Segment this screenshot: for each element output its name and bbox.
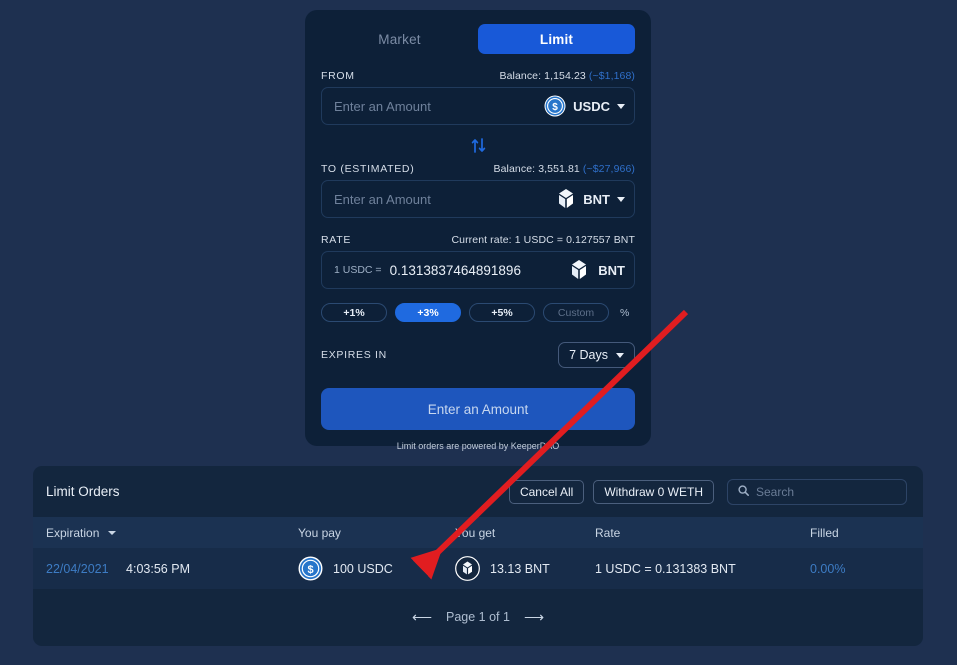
percent-sign-label: % (620, 306, 630, 319)
column-header-filled: Filled (810, 525, 839, 540)
cell-filled: 0.00% (810, 561, 846, 576)
you-pay-value: 100 USDC (333, 561, 393, 576)
to-input-box[interactable]: BNT (321, 180, 635, 218)
expires-selected-value: 7 Days (569, 348, 608, 362)
from-token-selector[interactable]: $ USDC (544, 95, 625, 117)
rate-label-row: RATE Current rate: 1 USDC = 0.127557 BNT (321, 234, 635, 246)
rate-label: RATE (321, 234, 352, 246)
submit-order-button[interactable]: Enter an Amount (321, 388, 635, 430)
tab-market[interactable]: Market (321, 24, 478, 54)
percent-button-5[interactable]: +5% (469, 303, 535, 322)
to-balance: Balance: 3,551.81 (~$27,966) (494, 163, 635, 175)
app-root: Market Limit FROM Balance: 1,154.23 (~$1… (0, 0, 957, 665)
orders-table-header: Expiration You pay You get Rate Filled (33, 517, 923, 548)
percent-button-1[interactable]: +1% (321, 303, 387, 322)
from-balance-usd: (~$1,168) (588, 70, 635, 82)
from-balance-amount: Balance: 1,154.23 (499, 70, 586, 82)
column-header-rate: Rate (595, 525, 621, 540)
page-indicator: Page 1 of 1 (446, 610, 510, 624)
svg-text:$: $ (552, 102, 558, 113)
from-input-box[interactable]: $ USDC (321, 87, 635, 125)
to-label: TO (ESTIMATED) (321, 163, 415, 175)
from-label: FROM (321, 70, 355, 82)
powered-by-text: Limit orders are powered by KeeperDAO (396, 441, 560, 451)
from-label-row: FROM Balance: 1,154.23 (~$1,168) (321, 70, 635, 82)
orders-search[interactable] (727, 478, 911, 505)
to-label-row: TO (ESTIMATED) Balance: 3,551.81 (~$27,9… (321, 163, 635, 175)
svg-text:$: $ (307, 564, 313, 576)
expiration-date: 22/04/2021 (46, 561, 109, 576)
cell-expiration: 22/04/2021 4:03:56 PM (46, 562, 298, 576)
rate-token-symbol: BNT (598, 262, 625, 278)
column-header-you-pay: You pay (298, 525, 341, 540)
cell-rate: 1 USDC = 0.131383 BNT (595, 561, 736, 576)
expires-select[interactable]: 7 Days (558, 342, 635, 368)
to-token-symbol: BNT (583, 191, 610, 207)
chevron-down-icon (617, 103, 625, 109)
percent-button-3[interactable]: +3% (395, 303, 461, 322)
swap-direction-button[interactable] (321, 131, 635, 159)
cell-you-get: 13.13 BNT (455, 556, 595, 581)
rate-token: BNT (569, 259, 625, 281)
from-amount-input[interactable] (334, 98, 545, 114)
chevron-down-icon (616, 352, 624, 358)
table-row[interactable]: 22/04/2021 4:03:56 PM $ 100 USDC 13.13 B… (33, 548, 923, 589)
column-header-expiration-label: Expiration (46, 525, 100, 540)
expires-row: EXPIRES IN 7 Days (321, 342, 635, 368)
order-type-tabs: Market Limit (321, 24, 635, 54)
arrow-left-icon[interactable]: ⟵ (412, 609, 432, 626)
you-get-value: 13.13 BNT (490, 561, 550, 576)
current-rate-text: Current rate: 1 USDC = 0.127557 BNT (451, 234, 635, 246)
rate-input-box[interactable]: 1 USDC = BNT (321, 251, 635, 289)
swap-vertical-icon (471, 137, 485, 153)
arrow-right-icon[interactable]: ⟶ (524, 609, 544, 626)
sort-descending-icon (107, 531, 116, 536)
to-balance-amount: Balance: 3,551.81 (493, 163, 580, 175)
to-amount-input[interactable] (334, 191, 557, 207)
column-header-expiration[interactable]: Expiration (46, 526, 298, 540)
from-token-symbol: USDC (573, 98, 610, 114)
custom-percent-input[interactable]: Custom (543, 303, 609, 322)
cell-you-pay: $ 100 USDC (298, 556, 455, 581)
expiration-time: 4:03:56 PM (126, 561, 190, 576)
expires-label: EXPIRES IN (321, 349, 387, 361)
orders-header: Limit Orders Cancel All Withdraw 0 WETH (33, 466, 923, 517)
usdc-coin-icon: $ (298, 556, 323, 581)
search-input[interactable] (756, 484, 911, 499)
to-token-selector[interactable]: BNT (556, 188, 625, 210)
to-balance-usd: (~$27,966) (582, 163, 635, 175)
chevron-down-icon (617, 196, 625, 202)
limit-orders-panel: Limit Orders Cancel All Withdraw 0 WETH … (33, 466, 923, 646)
column-header-you-get: You get (455, 525, 496, 540)
from-balance: Balance: 1,154.23 (~$1,168) (499, 70, 635, 82)
bancor-bnt-icon (556, 188, 576, 210)
rate-prefix: 1 USDC = (334, 264, 382, 276)
usdc-coin-icon: $ (544, 95, 566, 117)
withdraw-weth-button[interactable]: Withdraw 0 WETH (593, 479, 714, 504)
rate-value-input[interactable] (389, 262, 570, 278)
pagination: ⟵ Page 1 of 1 ⟶ (33, 589, 923, 645)
tab-limit[interactable]: Limit (478, 24, 635, 54)
orders-title: Limit Orders (46, 484, 120, 499)
search-icon (738, 484, 749, 499)
cancel-order-button[interactable] (910, 561, 923, 576)
bancor-bnt-icon (455, 556, 480, 581)
cancel-all-button[interactable]: Cancel All (508, 479, 585, 504)
percent-buttons-row: +1% +3% +5% Custom % (321, 303, 635, 322)
limit-swap-card: Market Limit FROM Balance: 1,154.23 (~$1… (305, 10, 651, 451)
bancor-bnt-icon (569, 259, 589, 281)
